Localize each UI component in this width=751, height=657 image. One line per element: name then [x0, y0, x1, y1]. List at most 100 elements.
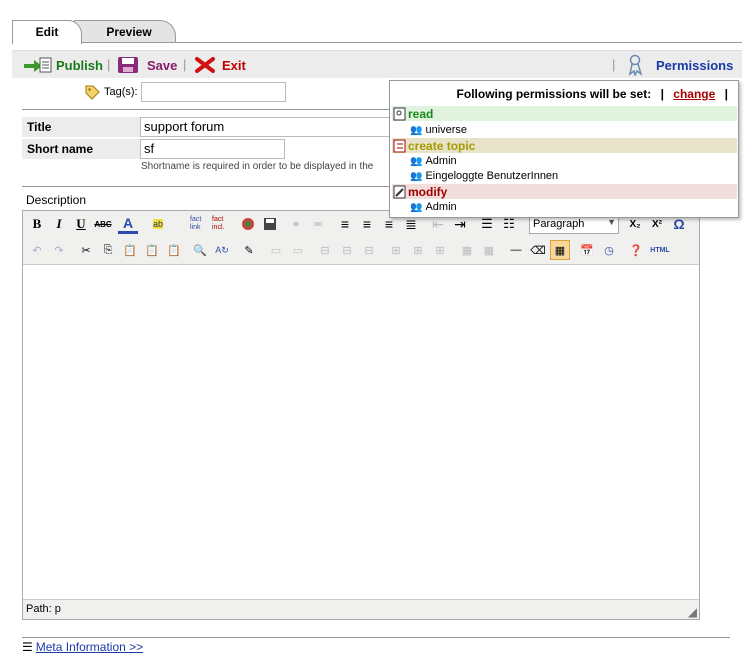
permission-group-modify: modify	[392, 184, 737, 199]
shortname-input[interactable]: sf	[140, 139, 285, 159]
title-input[interactable]: support forum	[140, 117, 390, 137]
highlight-color-icon[interactable]: ab	[148, 214, 168, 234]
image-icon[interactable]	[238, 214, 258, 234]
editor-path: Path: p	[26, 603, 61, 615]
table-cell-props-icon[interactable]: ▭	[288, 240, 308, 260]
copy-icon[interactable]: ⎘	[98, 240, 118, 260]
rich-text-editor: B I U ABC A ab fact link fact incl. ⚭ ⚮ …	[22, 210, 700, 620]
table-icon[interactable]: ▦	[550, 240, 570, 260]
unlink-icon[interactable]: ⚮	[308, 214, 328, 234]
underline-icon[interactable]: U	[71, 214, 91, 234]
align-left-icon[interactable]: ≡	[335, 214, 355, 234]
merge-cells-icon[interactable]: ▦	[479, 240, 499, 260]
tab-bar: Preview Edit	[12, 20, 742, 44]
main-toolbar: Publish | Save | Exit | Permissions	[12, 50, 742, 78]
tags-input[interactable]	[140, 82, 286, 102]
modify-icon	[393, 185, 406, 198]
insert-time-icon[interactable]: ◷	[599, 240, 619, 260]
help-icon[interactable]: ❓	[626, 240, 646, 260]
cut-icon[interactable]: ✂	[76, 240, 96, 260]
text-color-icon[interactable]: A	[118, 214, 138, 234]
tab-preview[interactable]: Preview	[74, 20, 176, 43]
strikethrough-icon[interactable]: ABC	[93, 214, 113, 234]
divider	[22, 186, 392, 187]
permission-group-read: read	[392, 106, 737, 121]
permission-group-name: modify	[408, 184, 448, 199]
paste-text-icon[interactable]: 📋	[142, 240, 162, 260]
permissions-heading: Following permissions will be set: | cha…	[457, 87, 728, 101]
split-cells-icon[interactable]: ▦	[457, 240, 477, 260]
permission-member-name: Admin	[425, 155, 457, 167]
insert-col-before-icon[interactable]: ⊞	[386, 240, 406, 260]
permission-member: 👥 universe	[410, 123, 467, 137]
exit-label: Exit	[222, 57, 246, 73]
divider	[22, 109, 392, 110]
meta-information-link[interactable]: ☰ Meta Information >>	[22, 640, 143, 654]
chevron-down-icon: ▼	[607, 217, 616, 227]
delete-col-icon[interactable]: ⊞	[430, 240, 450, 260]
insert-row-before-icon[interactable]: ⊟	[315, 240, 335, 260]
meta-information-label: Meta Information >>	[35, 640, 144, 654]
separator: |	[107, 57, 111, 72]
redo-icon[interactable]: ↷	[49, 240, 69, 260]
paste-word-icon[interactable]: 📋	[164, 240, 184, 260]
save-button[interactable]: Save	[117, 55, 177, 75]
shortname-label: Short name	[22, 139, 140, 159]
remove-format-icon[interactable]: ⌫	[528, 240, 548, 260]
edit-icon[interactable]: ✎	[239, 240, 259, 260]
editor-status-bar: Path: p ◢	[23, 599, 699, 619]
save-label: Save	[147, 57, 178, 73]
bold-icon[interactable]: B	[27, 214, 47, 234]
publish-icon	[24, 57, 52, 73]
permissions-button[interactable]: Permissions	[626, 54, 734, 76]
title-label: Title	[22, 117, 140, 137]
publish-label: Publish	[56, 57, 103, 73]
replace-icon[interactable]: A↻	[212, 240, 232, 260]
permission-member: 👥 Eingeloggte BenutzerInnen	[410, 169, 558, 183]
resize-handle-icon[interactable]: ◢	[688, 605, 697, 619]
users-icon: 👥	[410, 124, 423, 136]
tags-row: Tag(s):	[84, 82, 286, 102]
insert-row-after-icon[interactable]: ⊟	[337, 240, 357, 260]
close-icon	[195, 57, 215, 73]
change-permissions-link[interactable]: change	[673, 87, 715, 101]
create-topic-icon	[393, 139, 406, 152]
horizontal-rule-icon[interactable]: —	[506, 240, 526, 260]
publish-button[interactable]: Publish	[22, 55, 103, 75]
permission-member: 👥 Admin	[410, 154, 457, 168]
insert-col-after-icon[interactable]: ⊞	[408, 240, 428, 260]
permissions-popup: Following permissions will be set: | cha…	[389, 80, 739, 218]
tab-edit[interactable]: Edit	[12, 20, 82, 44]
align-center-icon[interactable]: ≡	[357, 214, 377, 234]
separator: |	[612, 57, 616, 72]
permissions-label: Permissions	[656, 57, 734, 73]
users-icon: 👥	[410, 170, 423, 182]
users-icon: 👥	[410, 201, 423, 213]
paste-icon[interactable]: 📋	[120, 240, 140, 260]
table-row-props-icon[interactable]: ▭	[266, 240, 286, 260]
delete-row-icon[interactable]: ⊟	[359, 240, 379, 260]
fact-include-icon[interactable]: fact incl.	[212, 214, 232, 234]
permissions-icon	[628, 54, 643, 76]
html-source-icon[interactable]: HTML	[648, 240, 672, 260]
insert-date-icon[interactable]: 📅	[577, 240, 597, 260]
permission-member: 👥 Admin	[410, 200, 457, 214]
find-icon[interactable]: 🔍	[190, 240, 210, 260]
undo-icon[interactable]: ↶	[27, 240, 47, 260]
link-icon[interactable]: ⚭	[286, 214, 306, 234]
format-select-value: Paragraph	[533, 218, 585, 230]
tags-label: Tag(s):	[104, 86, 138, 98]
divider	[22, 637, 730, 638]
users-icon: 👥	[410, 155, 423, 167]
permission-group-create-topic: create topic	[392, 138, 737, 153]
editor-content-area[interactable]	[23, 266, 699, 598]
italic-icon[interactable]: I	[49, 214, 69, 234]
description-label: Description	[26, 193, 87, 207]
permission-member-name: Eingeloggte BenutzerInnen	[425, 170, 559, 182]
save-document-icon[interactable]	[260, 214, 280, 234]
exit-button[interactable]: Exit	[194, 55, 246, 75]
separator: |	[660, 87, 664, 101]
editor-toolbar: B I U ABC A ab fact link fact incl. ⚭ ⚮ …	[23, 211, 699, 265]
permission-member-name: Admin	[425, 201, 457, 213]
fact-link-icon[interactable]: fact link	[190, 214, 210, 234]
